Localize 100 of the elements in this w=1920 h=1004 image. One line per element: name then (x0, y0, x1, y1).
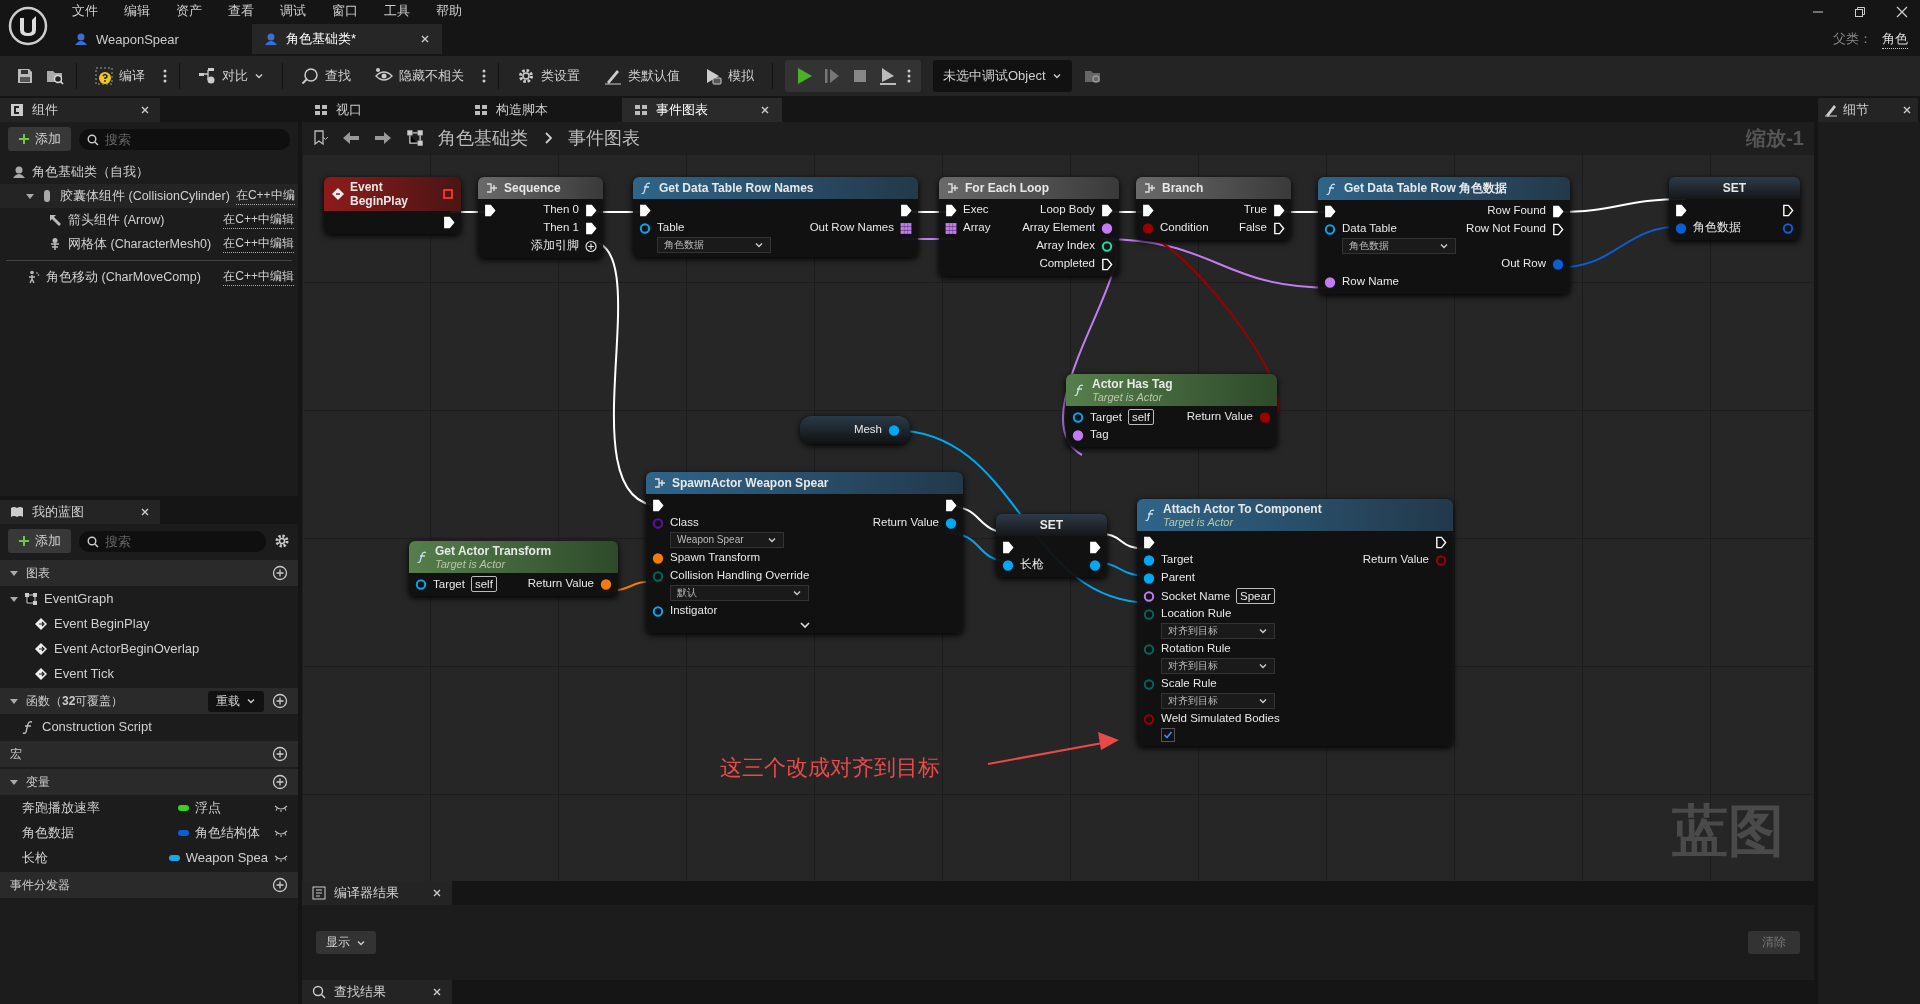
pin-label: Row Not Found (1466, 221, 1546, 236)
menu-item[interactable]: 窗口 (332, 2, 358, 20)
node-title: SET (1721, 181, 1748, 195)
node-subtitle: Target is Actor (1092, 391, 1164, 403)
node-title: SET (1038, 518, 1065, 532)
pin-label: Target (1090, 409, 1122, 425)
find-button[interactable]: 查找 (295, 63, 357, 89)
pin-value-dropdown[interactable]: 角色数据 (1342, 238, 1456, 254)
graph-node[interactable]: Event BeginPlay (324, 177, 461, 234)
class-settings-button[interactable]: 类设置 (511, 63, 586, 89)
simulate-button[interactable]: 模拟 (698, 63, 760, 89)
add-button[interactable]: 添加 (8, 529, 71, 553)
add-button[interactable]: 添加 (8, 127, 71, 151)
override-dropdown[interactable]: 重载 (208, 690, 264, 712)
pin-value-dropdown[interactable]: 对齐到目标 (1161, 623, 1275, 639)
class-defaults-button[interactable]: 类默认值 (598, 63, 686, 89)
menu-item[interactable]: 调试 (280, 2, 306, 20)
pin-value-dropdown[interactable]: 对齐到目标 (1161, 693, 1275, 709)
tree-item[interactable]: 胶囊体组件 (CollisionCylinder) (60, 187, 230, 205)
panel-tab[interactable]: 组件 (0, 98, 160, 122)
graph-node[interactable]: Get Data Table Row Names Table 角色数据 Out Row Names (633, 177, 918, 257)
variable-name[interactable]: 奔跑播放速率 (22, 798, 172, 817)
menu-item[interactable]: 查看 (228, 2, 254, 20)
pin-label: Return Value (527, 576, 594, 591)
variable-type[interactable]: 角色结构体 (195, 823, 268, 842)
pin-label: Completed (1039, 256, 1095, 271)
show-dropdown[interactable]: 显示 (316, 931, 376, 954)
node-title: Actor Has Tag (1092, 377, 1174, 391)
debug-object-dropdown[interactable]: 未选中调试Object (933, 60, 1072, 92)
pin-label: Rotation Rule (1161, 641, 1231, 656)
edit-in-cpp-link[interactable]: 在C++中编辑 (223, 268, 294, 286)
graph-node[interactable]: SET 角色数据 (1669, 177, 1800, 240)
tree-item[interactable]: 网格体 (CharacterMesh0) (68, 235, 218, 253)
function-item[interactable]: Construction Script (42, 719, 152, 734)
pin-value-dropdown[interactable]: Weapon Spear (670, 532, 784, 548)
node-title: Get Data Table Row 角色数据 (1344, 180, 1509, 197)
document-tab[interactable]: WeaponSpear (62, 24, 252, 54)
menu-item[interactable]: 帮助 (436, 2, 462, 20)
edit-in-cpp-link[interactable]: 在C++中编 (235, 187, 295, 205)
pin-label: Array Index (1036, 238, 1095, 253)
default-value-field[interactable]: self (470, 576, 497, 592)
variable-type[interactable]: Weapon Spea (185, 850, 268, 865)
pin-label: Exec (963, 202, 989, 217)
pin-value-dropdown[interactable]: 角色数据 (657, 237, 771, 253)
compile-button[interactable]: 编译 (89, 63, 151, 89)
tree-item[interactable]: 箭头组件 (Arrow) (68, 211, 218, 229)
menu-item[interactable]: 编辑 (124, 2, 150, 20)
diff-button[interactable]: 对比 (192, 63, 270, 89)
default-value-field[interactable]: self (1127, 409, 1154, 425)
editor-tab[interactable]: 构造脚本 (462, 98, 622, 122)
edit-in-cpp-link[interactable]: 在C++中编辑 (223, 211, 294, 229)
default-value-field[interactable]: Spear (1236, 588, 1275, 604)
variable-type[interactable]: 浮点 (195, 798, 268, 817)
event-item[interactable]: Event Tick (54, 666, 114, 681)
search-field[interactable]: 搜索 (79, 530, 266, 552)
search-field[interactable]: 搜索 (79, 128, 290, 150)
parent-class-link[interactable]: 角色 (1882, 30, 1908, 49)
panel-tab[interactable]: 我的蓝图 (0, 500, 160, 524)
graph-node[interactable]: Sequence Then 0 Then 1 添加引脚 (478, 177, 603, 258)
section-title[interactable]: 函数（32可覆盖） (26, 692, 200, 710)
edit-in-cpp-link[interactable]: 在C++中编辑 (223, 235, 294, 253)
pin-label: Target (1161, 552, 1193, 567)
event-item[interactable]: Event ActorBeginOverlap (54, 641, 200, 656)
pin-label: Row Name (1342, 274, 1399, 289)
panel-tab[interactable]: 细节 (1818, 98, 1918, 122)
pin-label: Scale Rule (1161, 676, 1217, 691)
node-title: Get Actor Transform (435, 544, 553, 558)
pin-value-dropdown[interactable]: 对齐到目标 (1161, 658, 1275, 674)
event-item[interactable]: Event BeginPlay (54, 616, 150, 631)
graph-node[interactable]: Get Data Table Row 角色数据 Row Found Data Table 角色数据 Row Not Found Out Row Row Name (1318, 177, 1570, 294)
pin-label: Collision Handling Override (670, 568, 810, 583)
tree-item[interactable]: 角色移动 (CharMoveComp) (46, 268, 218, 286)
graph-node[interactable]: Get Actor Transform Target is Actor Target self Return Value (409, 541, 618, 596)
panel-tab[interactable]: 编译器结果 (302, 881, 452, 905)
hide-unrelated-button[interactable]: 隐藏不相关 (369, 63, 470, 89)
graph-node[interactable]: Actor Has Tag Target is Actor Target self Return Value Tag (1066, 374, 1277, 447)
panel-tab[interactable]: 查找结果 (302, 980, 452, 1004)
pin-label: Array Element (1022, 220, 1095, 235)
editor-tab[interactable]: 视口 (302, 98, 462, 122)
breadcrumb-item[interactable]: 事件图表 (568, 126, 640, 150)
graph-node[interactable]: Attach Actor To Component Target is Actor Target Return Value Parent Socket Name Spear Location Rule 对齐到目标 Rotation Rule 对齐到目标 Scale Rule 对齐到目标 Weld Simulated Bodies (1137, 499, 1453, 746)
variable-name[interactable]: 角色数据 (22, 823, 172, 842)
menu-item[interactable]: 资产 (176, 2, 202, 20)
graph-node[interactable]: SpawnActor Weapon Spear Class Weapon Spear Return Value Spawn Transform Collision Handling Override 默认 Instigator (646, 472, 963, 633)
graph-item[interactable]: EventGraph (44, 591, 114, 606)
menu-item[interactable]: 工具 (384, 2, 410, 20)
editor-tab[interactable]: 事件图表 (622, 98, 782, 122)
pin-label: 添加引脚 (531, 238, 579, 253)
graph-node[interactable]: SET 长枪 (996, 514, 1107, 577)
graph-node[interactable]: Mesh (800, 416, 910, 444)
menu-item[interactable]: 文件 (72, 2, 98, 20)
pin-label: Data Table (1342, 221, 1397, 236)
document-tab[interactable]: 角色基础类* (252, 24, 442, 54)
graph-node[interactable]: For Each Loop Exec Loop Body Array Array Element Array Index Completed (939, 177, 1119, 276)
tree-item[interactable]: 角色基础类（自我） (32, 163, 149, 181)
variable-name[interactable]: 长枪 (22, 848, 164, 867)
node-title: Event BeginPlay (350, 180, 410, 208)
pin-value-dropdown[interactable]: 默认 (670, 585, 810, 601)
breadcrumb-item[interactable]: 角色基础类 (438, 126, 528, 150)
graph-node[interactable]: Branch True Condition False (1136, 177, 1291, 240)
